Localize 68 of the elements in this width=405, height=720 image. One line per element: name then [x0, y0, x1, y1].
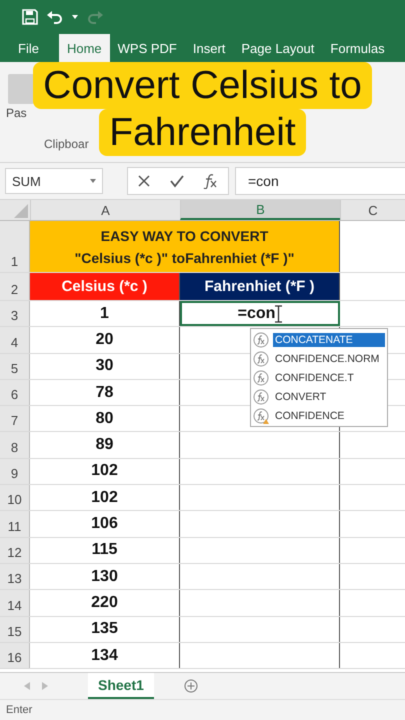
- table-cell: 102: [30, 485, 180, 510]
- table-cell: 135: [30, 616, 180, 642]
- title-cell: EASY WAY TO CONVERT "Celsius (*c )" toFahrenhiet (*F )": [30, 221, 340, 272]
- row-header[interactable]: 13: [0, 564, 30, 590]
- row-header[interactable]: 12: [0, 538, 30, 563]
- row-header[interactable]: 15: [0, 616, 30, 642]
- editing-cell[interactable]: =con: [180, 301, 340, 326]
- row-header[interactable]: 4: [0, 327, 30, 353]
- table-cell: 130: [30, 564, 180, 590]
- header-cell: Fahrenhiet (*F ): [180, 273, 340, 300]
- ribbon-tab[interactable]: File: [10, 34, 47, 62]
- caption-overlay: Convert Celsius to: [33, 62, 372, 109]
- autocomplete-item[interactable]: CONVERT: [273, 390, 385, 404]
- table-cell: 220: [30, 590, 180, 616]
- autocomplete-item[interactable]: CONCATENATE: [273, 332, 385, 346]
- status-mode: Enter: [6, 704, 32, 716]
- table-cell: 89: [30, 432, 180, 458]
- table-cell: 1: [30, 301, 180, 326]
- function-icon[interactable]: [203, 173, 219, 189]
- table-cell: 106: [30, 511, 180, 537]
- autocomplete-item[interactable]: CONFIDENCE.NORM: [273, 352, 385, 366]
- name-box[interactable]: SUM: [5, 168, 103, 194]
- row-header[interactable]: 8: [0, 432, 30, 458]
- row-header[interactable]: 11: [0, 511, 30, 537]
- autocomplete-item[interactable]: CONFIDENCE.T: [273, 370, 385, 384]
- row-header[interactable]: 9: [0, 458, 30, 484]
- function-icon: [253, 332, 269, 348]
- column-header[interactable]: C: [340, 200, 405, 220]
- ribbon-tab[interactable]: Formulas: [322, 34, 393, 62]
- paste-label[interactable]: Pas: [6, 106, 36, 120]
- row-header[interactable]: 16: [0, 642, 30, 668]
- table-cell: 20: [30, 327, 180, 353]
- row-header[interactable]: 14: [0, 590, 30, 616]
- function-icon: [253, 350, 269, 366]
- table-cell: 80: [30, 406, 180, 432]
- undo-icon[interactable]: [46, 9, 64, 25]
- sheet-tab[interactable]: Sheet1: [88, 673, 154, 699]
- row-header[interactable]: 10: [0, 485, 30, 510]
- save-icon[interactable]: [22, 9, 38, 25]
- row-header[interactable]: 2: [0, 273, 30, 300]
- function-icon: [253, 370, 269, 386]
- table-cell: 30: [30, 354, 180, 379]
- group-label: Clipboar: [44, 137, 89, 151]
- table-cell: 115: [30, 538, 180, 563]
- row-header[interactable]: 5: [0, 354, 30, 379]
- row-header[interactable]: 7: [0, 406, 30, 432]
- ribbon-tab[interactable]: WPS PDF: [110, 34, 185, 62]
- ribbon-tab[interactable]: Home: [58, 34, 110, 62]
- check-icon[interactable]: [169, 174, 185, 188]
- row-header[interactable]: 1: [0, 221, 30, 272]
- ribbon-tab[interactable]: Page Layout: [233, 34, 322, 62]
- row-header[interactable]: 3: [0, 301, 30, 326]
- cancel-icon[interactable]: [137, 174, 151, 188]
- table-cell: 78: [30, 380, 180, 406]
- header-cell: Celsius (*c ): [30, 273, 180, 300]
- function-icon: [253, 388, 269, 404]
- add-sheet-icon[interactable]: [184, 679, 198, 693]
- table-cell: 102: [30, 458, 180, 484]
- column-header[interactable]: B: [180, 200, 340, 220]
- formula-field[interactable]: =con: [235, 167, 405, 195]
- text-cursor-icon: [275, 304, 282, 323]
- ribbon-tab[interactable]: Insert: [184, 34, 234, 62]
- caption-overlay: Fahrenheit: [99, 109, 306, 156]
- row-header[interactable]: 6: [0, 380, 30, 406]
- function-icon: [253, 408, 269, 424]
- caret-icon[interactable]: [72, 15, 78, 19]
- autocomplete-item[interactable]: CONFIDENCE: [273, 408, 385, 422]
- table-cell: 134: [30, 642, 180, 668]
